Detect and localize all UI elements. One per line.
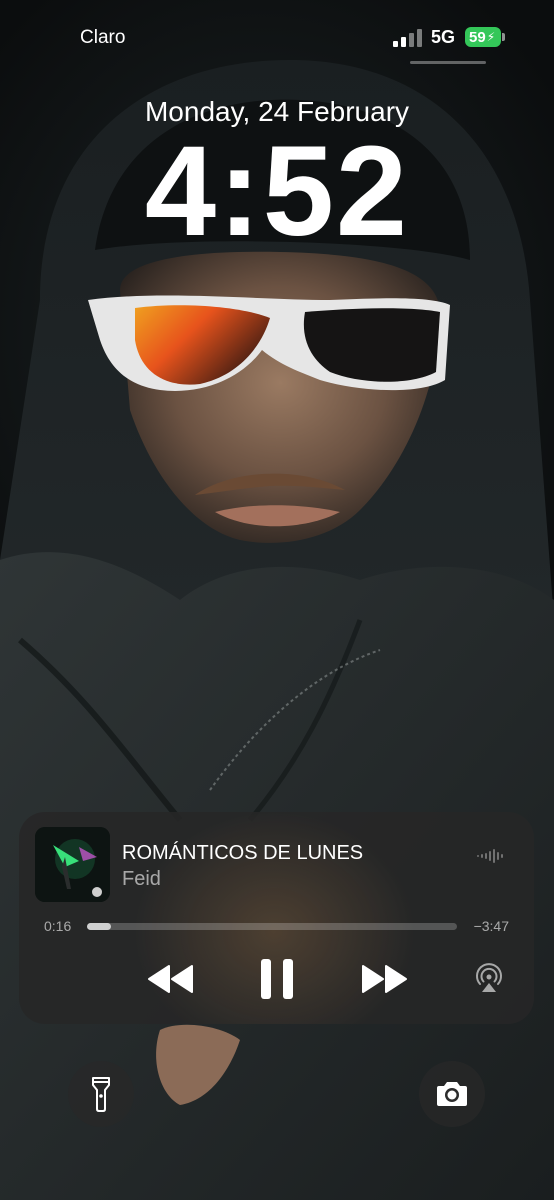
fast-forward-icon: [362, 965, 407, 993]
album-art-image: [35, 827, 110, 902]
playback-progress-fill: [87, 923, 112, 930]
remaining-time: −3:47: [473, 918, 509, 934]
cellular-signal-icon: [393, 29, 422, 47]
lock-screen: Claro 5G 59 ⚡ Monday, 24 February 4:52 R…: [0, 0, 554, 1200]
battery-cap: [502, 33, 505, 41]
pause-button[interactable]: [259, 957, 295, 1001]
battery-level: 59: [469, 28, 486, 46]
elapsed-time: 0:16: [44, 918, 72, 934]
lock-time: 4:52: [144, 120, 410, 263]
now-playing-widget[interactable]: ROMÁNTICOS DE LUNES Feid 0:16 −3:47: [19, 812, 534, 1024]
fast-forward-button[interactable]: [360, 962, 408, 996]
control-center-indicator[interactable]: [410, 61, 486, 64]
rewind-icon: [148, 965, 193, 993]
playback-scrubber[interactable]: [87, 923, 457, 930]
song-title: ROMÁNTICOS DE LUNES: [122, 842, 364, 864]
status-bar: Claro 5G 59 ⚡: [0, 0, 554, 70]
song-artist: Feid: [122, 868, 161, 890]
camera-button[interactable]: [419, 1061, 485, 1127]
airplay-audio-icon: [476, 963, 502, 992]
airplay-button[interactable]: [473, 962, 505, 994]
network-type-label: 5G: [431, 27, 456, 47]
pause-icon: [261, 959, 293, 999]
flashlight-button[interactable]: [68, 1061, 134, 1127]
rewind-button[interactable]: [147, 962, 195, 996]
carrier-label: Claro: [80, 27, 126, 48]
flashlight-icon: [92, 1077, 110, 1112]
audio-waveform-icon: [477, 849, 503, 863]
battery-charging-icon: ⚡: [486, 30, 496, 44]
battery-indicator: 59 ⚡: [465, 27, 501, 47]
camera-icon: [437, 1082, 467, 1106]
album-art[interactable]: [35, 827, 110, 902]
